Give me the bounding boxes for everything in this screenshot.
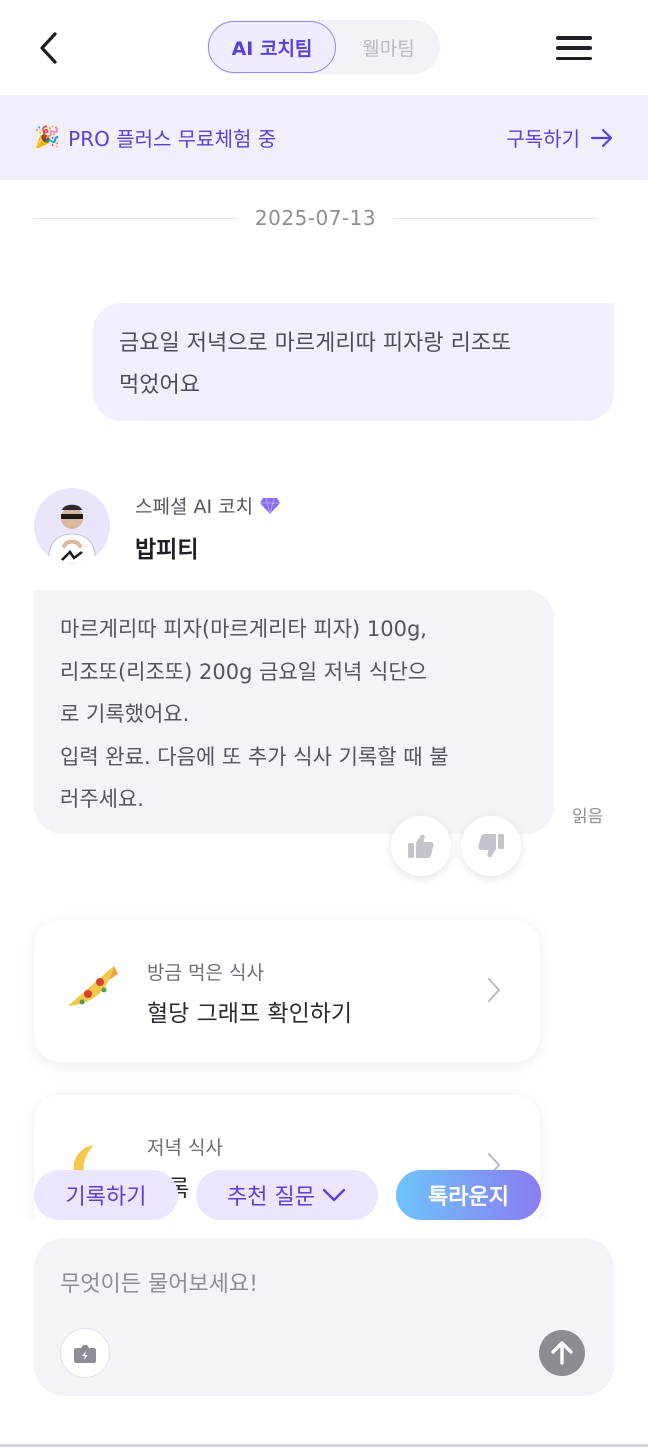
thumbs-down-icon [478,834,504,858]
coach-name: 밥피티 [135,537,199,563]
thumbs-up-icon [408,834,434,858]
tab-wellma-team[interactable]: 웰마팀 [337,20,440,74]
tab-ai-coach-team[interactable]: AI 코치팀 [208,21,336,73]
chevron-down-icon [322,1188,346,1202]
camera-icon [74,1345,96,1363]
party-popper-icon: 🎉 [34,125,61,149]
message-composer[interactable]: 무엇이든 물어보세요! [34,1238,614,1396]
coach-subtitle-text: 스페셜 AI 코치 [135,496,254,518]
recommended-questions-chip[interactable]: 추천 질문 [196,1170,378,1220]
date-divider: 2025-07-13 [34,200,598,236]
ai-message-line: 마르게리따 피자(마르게리타 피자) 100g, [60,617,427,641]
ai-message-line: 러주세요. [60,787,144,811]
read-status: 읽음 [572,807,604,827]
promo-banner[interactable]: 🎉 PRO 플러스 무료체험 중 구독하기 [0,95,648,180]
card-title: 혈당 그래프 확인하기 [147,1001,353,1027]
ai-message-line: 리조또(리조또) 200g 금요일 저녁 식단으 [60,659,427,684]
subscribe-label: 구독하기 [506,127,580,151]
glucose-graph-card[interactable]: 방금 먹은 식사 혈당 그래프 확인하기 [34,920,540,1062]
arrow-right-icon [590,128,613,147]
user-message-bubble: 금요일 저녁으로 마르게리따 피자랑 리조또 먹었어요 [93,303,614,421]
thumbs-down-button[interactable] [461,816,521,876]
talk-lounge-label: 톡라운지 [428,1185,509,1210]
back-button[interactable] [30,28,66,68]
date-label: 2025-07-13 [254,206,377,230]
app-header: AI 코치팀 웰마팀 [0,0,648,95]
coach-avatar[interactable] [34,488,110,564]
record-chip-label: 기록하기 [65,1185,147,1210]
pizza-icon [64,960,120,1024]
ai-message-line: 입력 완료. 다음에 또 추가 식사 기록할 때 불 [60,744,449,769]
chevron-left-icon [40,32,57,64]
arrow-up-icon [551,1341,573,1365]
record-chip[interactable]: 기록하기 [34,1170,178,1220]
subscribe-link[interactable]: 구독하기 [506,95,614,180]
recommended-questions-label: 추천 질문 [227,1185,315,1210]
coach-subtitle: 스페셜 AI 코치 [135,492,281,519]
promo-text: PRO 플러스 무료체험 중 [68,127,277,151]
card-subtitle: 저녁 식사 [147,1137,223,1159]
thumbs-up-button[interactable] [391,816,451,876]
card-subtitle: 방금 먹은 식사 [147,962,264,984]
team-switcher: AI 코치팀 웰마팀 [207,20,440,74]
user-message-line: 금요일 저녁으로 마르게리따 피자랑 리조또 [119,331,512,356]
hamburger-menu-icon[interactable] [554,32,594,64]
send-button[interactable] [539,1330,585,1376]
ai-message-bubble: 마르게리따 피자(마르게리타 피자) 100g, 리조또(리조또) 200g 금… [34,590,554,834]
diamond-badge-icon [260,497,281,514]
camera-button[interactable] [60,1328,110,1378]
user-message-line: 먹었어요 [119,373,200,398]
chevron-right-icon [488,978,500,1002]
ai-message-line: 로 기록했어요. [60,702,190,726]
talk-lounge-chip[interactable]: 톡라운지 [396,1170,541,1220]
message-input[interactable]: 무엇이든 물어보세요! [60,1266,258,1298]
